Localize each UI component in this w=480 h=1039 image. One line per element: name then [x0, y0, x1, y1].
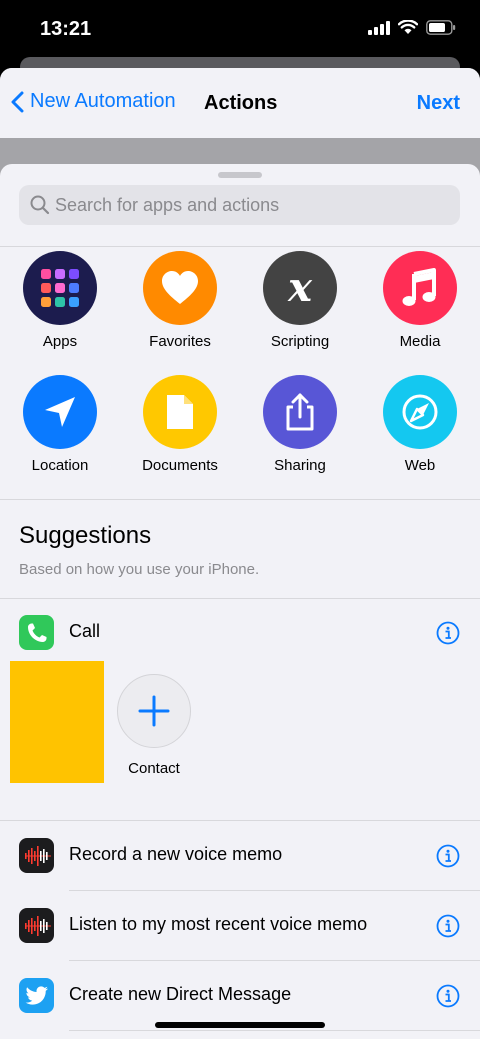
info-icon[interactable] — [436, 914, 460, 938]
divider — [0, 499, 480, 500]
twitter-icon — [19, 978, 54, 1013]
info-icon[interactable] — [436, 621, 460, 645]
category-label: Location — [31, 457, 89, 474]
page-title: Actions — [204, 92, 278, 114]
category-label: Favorites — [149, 333, 211, 350]
phone-icon — [19, 615, 54, 650]
search-icon — [30, 195, 50, 215]
location-arrow-icon — [23, 375, 97, 449]
suggestion-label: Listen to my most recent voice memo — [69, 914, 368, 934]
category-documents[interactable]: Documents — [120, 375, 240, 474]
voice-memo-icon — [19, 838, 54, 873]
category-location[interactable]: Location — [0, 375, 120, 474]
category-scripting[interactable]: x Scripting — [240, 251, 360, 350]
suggestions-subtitle: Based on how you use your iPhone. — [19, 561, 260, 578]
search-bar[interactable] — [19, 185, 460, 225]
scripting-x-icon: x — [263, 251, 337, 325]
navigation-bar: New Automation Actions Next — [0, 68, 480, 138]
add-contact-button[interactable]: Contact — [106, 674, 202, 777]
suggestion-direct-message[interactable]: Create new Direct Message — [0, 961, 480, 1031]
category-label: Sharing — [274, 457, 326, 474]
category-favorites[interactable]: Favorites — [120, 251, 240, 350]
actions-sheet: Apps Favorites x Scripting Media — [0, 164, 480, 1039]
suggestion-label: Record a new voice memo — [69, 844, 283, 864]
back-button[interactable]: New Automation — [10, 90, 176, 113]
apps-grid-icon — [23, 251, 97, 325]
category-web[interactable]: Web — [360, 375, 480, 474]
category-label: Media — [399, 333, 441, 350]
info-icon[interactable] — [436, 844, 460, 868]
next-button[interactable]: Next — [417, 92, 460, 115]
suggestion-label: Create new Direct Message — [69, 984, 292, 1004]
wifi-icon — [398, 20, 418, 34]
home-indicator[interactable] — [155, 1022, 325, 1028]
heart-icon — [143, 251, 217, 325]
plus-icon — [117, 674, 191, 748]
suggestion-listen-voice-memo[interactable]: Listen to my most recent voice memo — [0, 891, 480, 961]
category-label: Web — [404, 457, 436, 474]
suggestion-call[interactable]: Call — [0, 598, 480, 668]
battery-icon — [426, 20, 456, 35]
suggestions-title: Suggestions — [19, 522, 152, 549]
sheet-grabber[interactable] — [218, 172, 262, 178]
category-label: Documents — [142, 457, 218, 474]
music-note-icon — [383, 251, 457, 325]
document-icon — [143, 375, 217, 449]
category-media[interactable]: Media — [360, 251, 480, 350]
voice-memo-icon — [19, 908, 54, 943]
divider — [0, 246, 480, 247]
category-sharing[interactable]: Sharing — [240, 375, 360, 474]
category-label: Scripting — [270, 333, 330, 350]
status-icons — [368, 20, 456, 35]
status-bar: 13:21 — [0, 0, 480, 60]
compass-icon — [383, 375, 457, 449]
back-button-label: New Automation — [30, 90, 176, 112]
category-apps[interactable]: Apps — [0, 251, 120, 350]
divider — [69, 1030, 480, 1031]
info-icon[interactable] — [436, 984, 460, 1008]
add-contact-label: Contact — [128, 760, 180, 777]
share-icon — [263, 375, 337, 449]
category-label: Apps — [42, 333, 78, 350]
redacted-contact — [10, 661, 104, 783]
search-input[interactable] — [55, 194, 435, 216]
status-time: 13:21 — [40, 18, 92, 40]
suggestion-record-voice-memo[interactable]: Record a new voice memo — [0, 821, 480, 891]
cellular-signal-icon — [368, 20, 390, 35]
suggestion-label: Call — [69, 621, 101, 641]
chevron-left-icon — [11, 91, 24, 112]
